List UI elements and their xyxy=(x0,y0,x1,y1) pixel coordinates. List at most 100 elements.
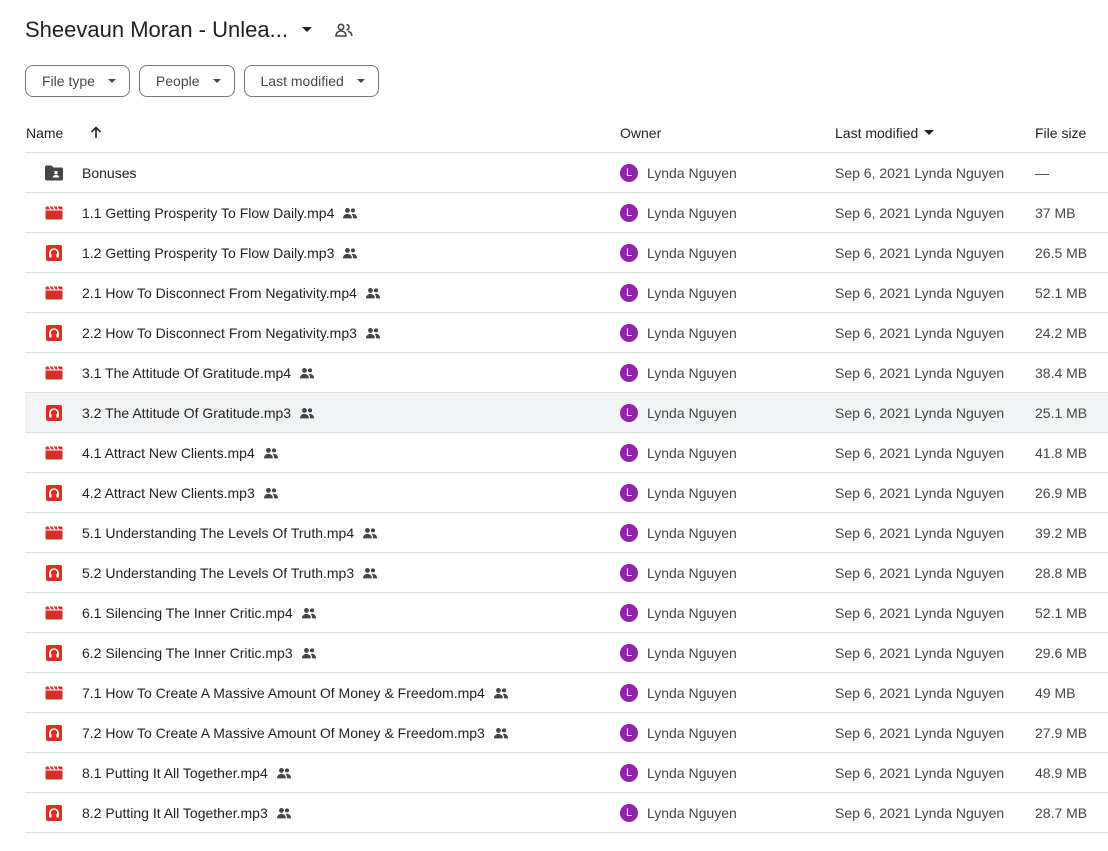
owner-cell: L Lynda Nguyen xyxy=(620,193,737,232)
file-name: 1.1 Getting Prosperity To Flow Daily.mp4 xyxy=(82,204,335,221)
file-size-cell: 24.2 MB xyxy=(1035,324,1088,341)
table-row[interactable]: 7.1 How To Create A Massive Amount Of Mo… xyxy=(25,673,1108,713)
people-icon[interactable] xyxy=(334,20,354,40)
file-size-cell: — xyxy=(1035,164,1049,181)
column-last-modified[interactable]: Last modified xyxy=(835,112,935,153)
file-name-cell[interactable]: 1.2 Getting Prosperity To Flow Daily.mp3 xyxy=(82,233,358,272)
audio-file-icon xyxy=(43,793,65,832)
audio-file-icon xyxy=(43,473,65,512)
table-row[interactable]: 1.2 Getting Prosperity To Flow Daily.mp3… xyxy=(25,233,1108,273)
caret-down-icon xyxy=(356,76,366,86)
avatar[interactable]: L xyxy=(620,403,638,422)
shared-people-icon xyxy=(493,727,509,739)
file-size-cell: 28.8 MB xyxy=(1035,564,1088,581)
avatar[interactable]: L xyxy=(620,683,638,702)
avatar[interactable]: L xyxy=(620,363,638,382)
file-name-cell[interactable]: 1.1 Getting Prosperity To Flow Daily.mp4 xyxy=(82,193,358,232)
avatar[interactable]: L xyxy=(620,203,638,222)
table-row[interactable]: 7.2 How To Create A Massive Amount Of Mo… xyxy=(25,713,1108,753)
avatar[interactable]: L xyxy=(620,563,638,582)
file-name-cell[interactable]: 3.1 The Attitude Of Gratitude.mp4 xyxy=(82,353,315,392)
table-row[interactable]: 2.2 How To Disconnect From Negativity.mp… xyxy=(25,313,1108,353)
filter-last-modified[interactable]: Last modified xyxy=(243,65,379,97)
owner-name: Lynda Nguyen xyxy=(647,804,737,821)
filter-people[interactable]: People xyxy=(138,65,235,97)
table-row[interactable]: 8.1 Putting It All Together.mp4 L Lynda Ng… xyxy=(25,753,1108,793)
file-name: 3.2 The Attitude Of Gratitude.mp3 xyxy=(82,404,292,421)
file-size-cell: 29.6 MB xyxy=(1035,644,1088,661)
shared-people-icon xyxy=(365,327,381,339)
owner-name: Lynda Nguyen xyxy=(647,324,737,341)
file-name-cell[interactable]: 6.1 Silencing The Inner Critic.mp4 xyxy=(82,593,317,632)
file-name-cell[interactable]: 5.2 Understanding The Levels Of Truth.mp… xyxy=(82,553,378,592)
table-row[interactable]: 2.1 How To Disconnect From Negativity.mp… xyxy=(25,273,1108,313)
avatar[interactable]: L xyxy=(620,443,638,462)
audio-file-icon xyxy=(43,313,65,352)
owner-name: Lynda Nguyen xyxy=(647,644,737,661)
file-name-cell[interactable]: 7.1 How To Create A Massive Amount Of Mo… xyxy=(82,673,509,712)
column-name[interactable]: Name xyxy=(26,112,63,153)
sort-arrow-up-icon[interactable] xyxy=(86,112,106,153)
avatar[interactable]: L xyxy=(620,603,638,622)
shared-people-icon xyxy=(276,807,292,819)
shared-folder-icon xyxy=(43,153,65,192)
file-name-cell[interactable]: 4.1 Attract New Clients.mp4 xyxy=(82,433,279,472)
avatar[interactable]: L xyxy=(620,323,638,342)
column-owner[interactable]: Owner xyxy=(620,112,661,153)
shared-people-icon xyxy=(301,647,317,659)
file-size-cell: 37 MB xyxy=(1035,204,1076,221)
video-file-icon xyxy=(43,673,65,712)
file-name: 5.2 Understanding The Levels Of Truth.mp… xyxy=(82,564,355,581)
avatar[interactable]: L xyxy=(620,283,638,302)
owner-cell: L Lynda Nguyen xyxy=(620,393,737,432)
file-name-cell[interactable]: Bonuses xyxy=(82,153,136,192)
file-name: 8.2 Putting It All Together.mp3 xyxy=(82,804,268,821)
filter-file-type[interactable]: File type xyxy=(25,65,130,97)
avatar[interactable]: L xyxy=(620,243,638,262)
file-name-cell[interactable]: 4.2 Attract New Clients.mp3 xyxy=(82,473,279,512)
file-name-cell[interactable]: 5.1 Understanding The Levels Of Truth.mp… xyxy=(82,513,378,552)
last-modified-cell: Sep 6, 2021 Lynda Nguyen xyxy=(835,324,1005,341)
table-row[interactable]: 6.2 Silencing The Inner Critic.mp3 L Lynda… xyxy=(25,633,1108,673)
file-name-cell[interactable]: 8.1 Putting It All Together.mp4 xyxy=(82,753,292,792)
table-row[interactable]: 8.2 Putting It All Together.mp3 L Lynda Ng… xyxy=(25,793,1108,833)
avatar[interactable]: L xyxy=(620,723,638,742)
file-name: 1.2 Getting Prosperity To Flow Daily.mp3 xyxy=(82,244,335,261)
table-row[interactable]: 3.2 The Attitude Of Gratitude.mp3 L Lynda … xyxy=(25,393,1108,433)
table-row[interactable]: 5.1 Understanding The Levels Of Truth.mp… xyxy=(25,513,1108,553)
last-modified-cell: Sep 6, 2021 Lynda Nguyen xyxy=(835,564,1005,581)
shared-people-icon xyxy=(362,527,378,539)
avatar[interactable]: L xyxy=(620,803,638,822)
file-name: 4.2 Attract New Clients.mp3 xyxy=(82,484,255,501)
file-size-cell: 28.7 MB xyxy=(1035,804,1088,821)
table-row[interactable]: 5.2 Understanding The Levels Of Truth.mp… xyxy=(25,553,1108,593)
avatar[interactable]: L xyxy=(620,763,638,782)
table-row[interactable]: 3.1 The Attitude Of Gratitude.mp4 L Lynda … xyxy=(25,353,1108,393)
folder-title[interactable]: Sheevaun Moran - Unlea... xyxy=(25,17,288,43)
table-row[interactable]: Bonuses L Lynda Nguyen Sep 6, 2021 Lynda Ng… xyxy=(25,153,1108,193)
file-name-cell[interactable]: 7.2 How To Create A Massive Amount Of Mo… xyxy=(82,713,509,752)
avatar[interactable]: L xyxy=(620,643,638,662)
table-row[interactable]: 6.1 Silencing The Inner Critic.mp4 L Lynda… xyxy=(25,593,1108,633)
file-name-cell[interactable]: 3.2 The Attitude Of Gratitude.mp3 xyxy=(82,393,315,432)
caret-down-icon[interactable] xyxy=(298,21,316,39)
owner-cell: L Lynda Nguyen xyxy=(620,273,737,312)
file-name-cell[interactable]: 8.2 Putting It All Together.mp3 xyxy=(82,793,292,832)
file-name-cell[interactable]: 2.1 How To Disconnect From Negativity.mp… xyxy=(82,273,381,312)
file-name-cell[interactable]: 6.2 Silencing The Inner Critic.mp3 xyxy=(82,633,317,672)
column-file-size[interactable]: File size xyxy=(1035,112,1086,153)
video-file-icon xyxy=(43,353,65,392)
avatar[interactable]: L xyxy=(620,523,638,542)
file-name-cell[interactable]: 2.2 How To Disconnect From Negativity.mp… xyxy=(82,313,381,352)
avatar[interactable]: L xyxy=(620,163,638,182)
avatar[interactable]: L xyxy=(620,483,638,502)
last-modified-cell: Sep 6, 2021 Lynda Nguyen xyxy=(835,484,1005,501)
filter-label: Last modified xyxy=(260,73,344,89)
table-row[interactable]: 4.1 Attract New Clients.mp4 L Lynda Nguyen… xyxy=(25,433,1108,473)
sort-caret-down-icon xyxy=(924,129,935,136)
file-name: 2.2 How To Disconnect From Negativity.mp… xyxy=(82,324,357,341)
last-modified-cell: Sep 6, 2021 Lynda Nguyen xyxy=(835,724,1005,741)
file-size-cell: 48.9 MB xyxy=(1035,764,1088,781)
table-row[interactable]: 4.2 Attract New Clients.mp3 L Lynda Nguyen… xyxy=(25,473,1108,513)
table-row[interactable]: 1.1 Getting Prosperity To Flow Daily.mp4… xyxy=(25,193,1108,233)
